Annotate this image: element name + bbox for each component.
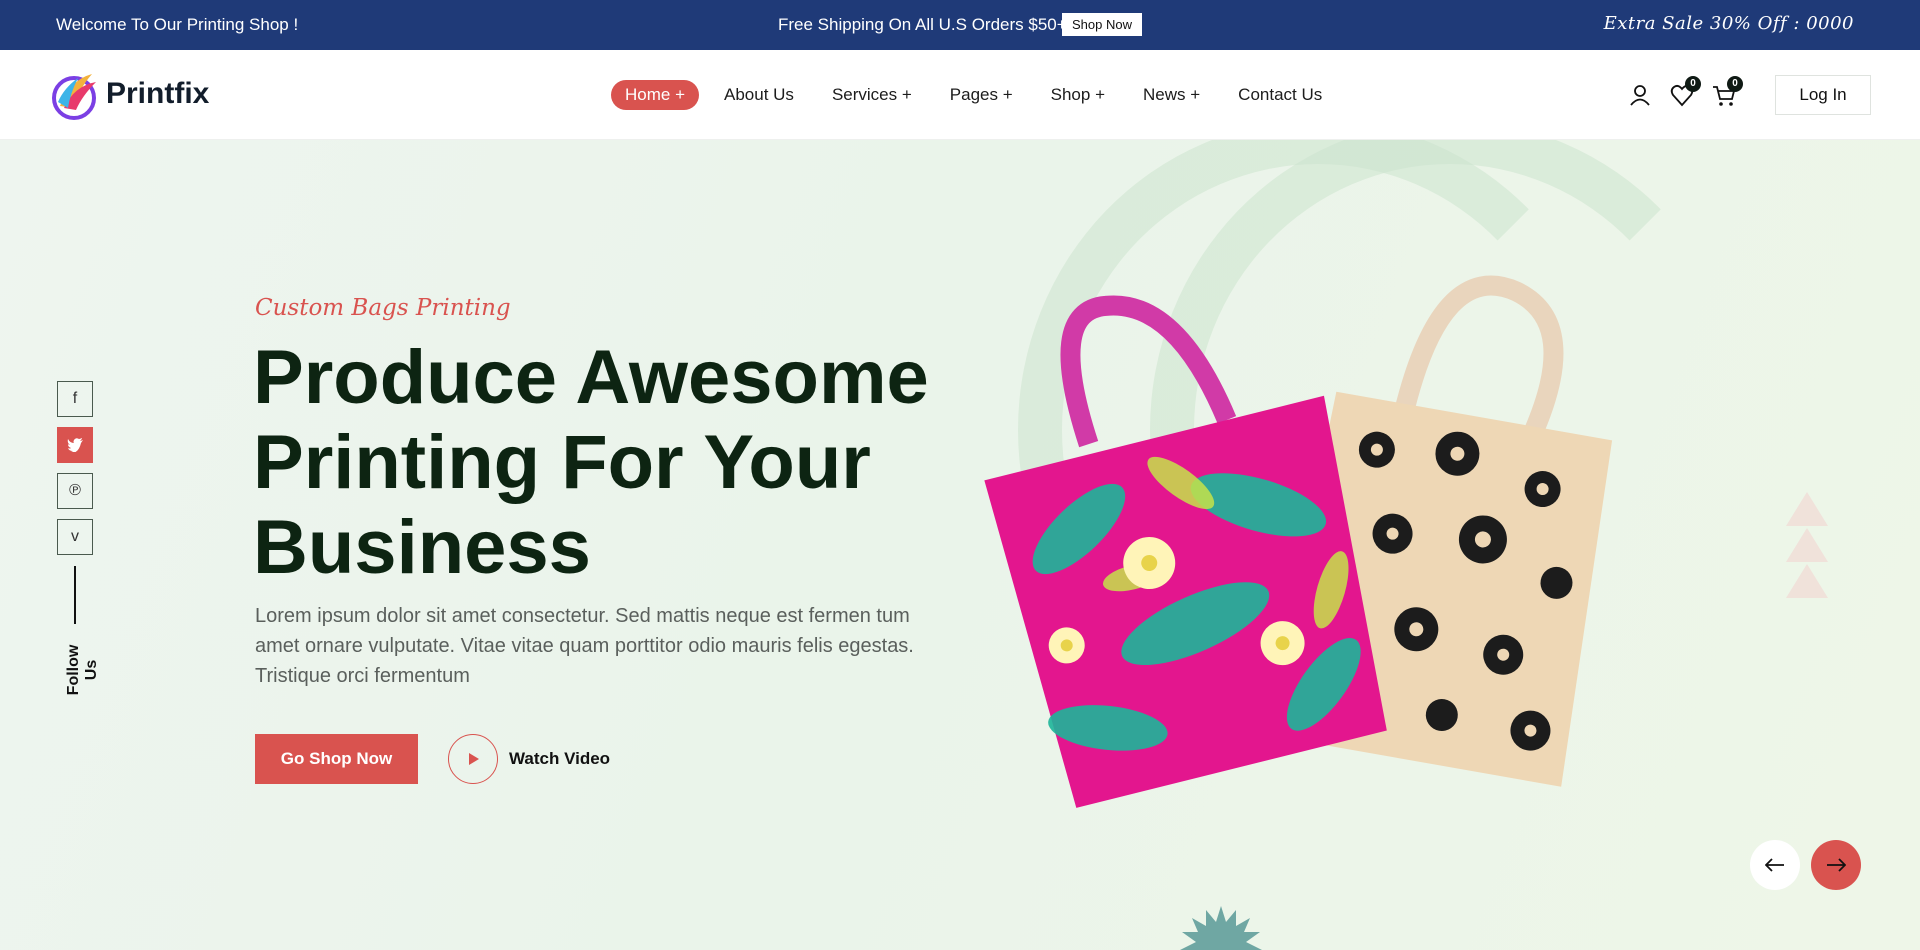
nav-contact[interactable]: Contact Us bbox=[1238, 80, 1322, 110]
header-icons: 0 0 bbox=[1625, 76, 1743, 110]
nav-services[interactable]: Services + bbox=[832, 80, 912, 110]
topbar-shop-now-button[interactable]: Shop Now bbox=[1062, 13, 1142, 36]
nav-news[interactable]: News + bbox=[1143, 80, 1200, 110]
site-header: Printfix Home + About Us Services + Page… bbox=[0, 50, 1920, 140]
hero-headline: Produce Awesome Printing For Your Busine… bbox=[253, 335, 929, 590]
top-bar: Welcome To Our Printing Shop ! Free Ship… bbox=[0, 0, 1920, 50]
follow-divider bbox=[74, 566, 76, 624]
welcome-text: Welcome To Our Printing Shop ! bbox=[56, 15, 299, 34]
sale-text: Extra Sale 30% Off : 0000 bbox=[1603, 13, 1854, 34]
decorative-starburst bbox=[1180, 906, 1262, 950]
wishlist-icon[interactable]: 0 bbox=[1667, 76, 1701, 110]
nav-home[interactable]: Home + bbox=[611, 80, 699, 110]
hero-description: Lorem ipsum dolor sit amet consectetur. … bbox=[255, 605, 914, 687]
login-button[interactable]: Log In bbox=[1775, 75, 1871, 115]
nav-shop[interactable]: Shop + bbox=[1051, 80, 1105, 110]
watch-video-label: Watch Video bbox=[509, 749, 611, 768]
brand-name: Printfix bbox=[106, 77, 210, 110]
go-shop-now-button[interactable]: Go Shop Now bbox=[255, 734, 418, 784]
slider-next-button[interactable] bbox=[1811, 840, 1861, 890]
facebook-icon[interactable]: f bbox=[57, 381, 93, 417]
nav-pages[interactable]: Pages + bbox=[950, 80, 1013, 110]
watch-video-link[interactable]: Watch Video bbox=[448, 734, 610, 784]
user-icon[interactable] bbox=[1625, 80, 1655, 110]
hero-section: Custom Bags Printing Produce Awesome Pri… bbox=[0, 140, 1920, 950]
wishlist-count-badge: 0 bbox=[1685, 76, 1701, 92]
cart-count-badge: 0 bbox=[1727, 76, 1743, 92]
shipping-text: Free Shipping On All U.S Orders $50+ bbox=[778, 15, 1067, 34]
arrow-left-icon bbox=[1765, 858, 1784, 872]
hero-kicker: Custom Bags Printing bbox=[255, 295, 511, 321]
tote-bags-image bbox=[984, 275, 1613, 808]
follow-us-label: Follow Us bbox=[65, 644, 100, 696]
pinterest-icon[interactable]: ℗ bbox=[57, 473, 93, 509]
slider-prev-button[interactable] bbox=[1750, 840, 1800, 890]
social-links: f ℗ v bbox=[57, 381, 93, 565]
arrow-right-icon bbox=[1827, 858, 1846, 872]
logo[interactable]: Printfix bbox=[48, 68, 209, 120]
cart-icon[interactable]: 0 bbox=[1709, 76, 1743, 110]
vimeo-icon[interactable]: v bbox=[57, 519, 93, 555]
nav-about[interactable]: About Us bbox=[724, 80, 794, 110]
logo-mark-icon bbox=[52, 74, 96, 120]
twitter-icon[interactable] bbox=[57, 427, 93, 463]
main-nav: Home + About Us Services + Pages + Shop … bbox=[611, 80, 1360, 110]
decorative-triangles bbox=[1786, 492, 1828, 598]
play-icon[interactable] bbox=[448, 734, 498, 784]
